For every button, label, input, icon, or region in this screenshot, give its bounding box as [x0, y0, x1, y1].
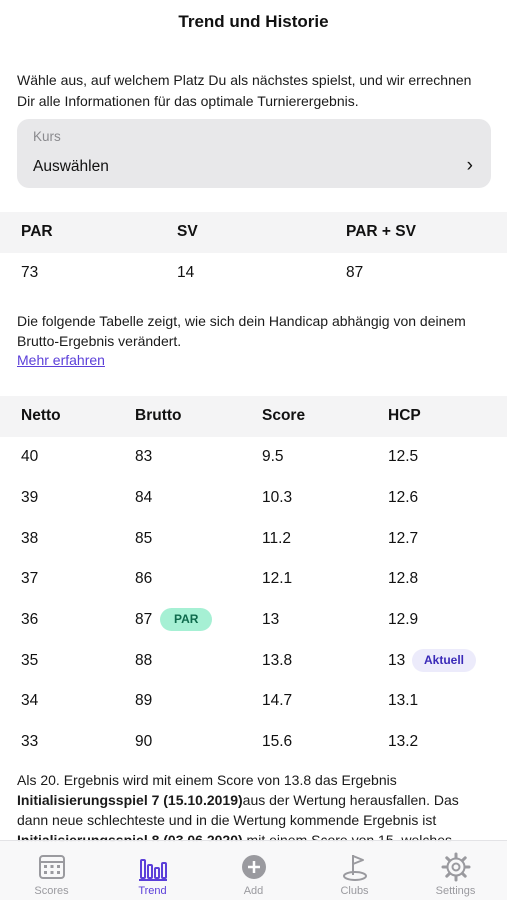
handicap-header-row: Netto Brutto Score HCP [0, 396, 507, 437]
chevron-right-icon: › [466, 155, 473, 176]
netto-cell: 36 [21, 611, 39, 628]
dropping-result: Initialisierungsspiel 7 (15.10.2019) [17, 792, 243, 808]
score-cell: 14.7 [262, 692, 293, 709]
current-badge: Aktuell [412, 649, 477, 672]
netto-cell: 35 [21, 652, 39, 669]
score-cell: 12.1 [262, 570, 293, 587]
plus-circle-icon [242, 855, 266, 879]
tab-add[interactable]: Add [203, 841, 304, 900]
netto-cell: 33 [21, 733, 39, 750]
header-brutto: Brutto [135, 407, 182, 424]
score-cell: 10.3 [262, 489, 293, 506]
summary-values-row: 73 14 87 [0, 253, 507, 294]
summary-par-sv-value: 87 [346, 264, 364, 281]
brutto-cell: 89 [135, 692, 153, 709]
brutto-cell: 86 [135, 570, 153, 587]
netto-cell: 40 [21, 448, 39, 465]
table-row: 37 86 12.1 12.8 [0, 559, 507, 600]
course-selector[interactable]: Kurs Auswählen › [17, 119, 491, 188]
netto-cell: 34 [21, 692, 39, 709]
tab-scores[interactable]: Scores [1, 841, 102, 900]
brutto-cell: 90 [135, 733, 153, 750]
brutto-cell: 83 [135, 448, 153, 465]
hcp-cell: 13 [388, 652, 406, 669]
scorecard-icon [39, 855, 65, 879]
hcp-cell: 12.5 [388, 448, 419, 465]
header-netto: Netto [21, 407, 61, 424]
summary-header-par: PAR [21, 223, 53, 240]
tab-label: Trend [138, 885, 167, 897]
brutto-cell: 87 [135, 611, 153, 628]
score-cell: 15.6 [262, 733, 293, 750]
hcp-cell: 12.6 [388, 489, 419, 506]
score-cell: 13.8 [262, 652, 293, 669]
intro-text: Wähle aus, auf welchem Platz Du als näch… [17, 72, 472, 109]
golf-flag-icon [343, 855, 367, 881]
result-explanation: Als 20. Ergebnis wird mit einem Score vo… [17, 770, 492, 842]
summary-par-value: 73 [21, 264, 39, 281]
table-row: 39 84 10.3 12.6 [0, 478, 507, 519]
hcp-cell: 12.8 [388, 570, 419, 587]
tab-label: Add [243, 885, 264, 897]
handicap-description: Die folgende Tabelle zeigt, wie sich dei… [17, 313, 466, 349]
more-info-link[interactable]: Mehr erfahren [17, 352, 105, 368]
course-value: Auswählen [33, 158, 109, 175]
header-score: Score [262, 407, 306, 424]
summary-header-sv: SV [177, 223, 198, 240]
summary-sv-value: 14 [177, 264, 195, 281]
netto-cell: 38 [21, 530, 39, 547]
table-row: 36 87 PAR 13 12.9 [0, 600, 507, 641]
hcp-cell: 12.9 [388, 611, 419, 628]
netto-cell: 37 [21, 570, 39, 587]
tab-settings[interactable]: Settings [405, 841, 506, 900]
hcp-cell: 12.7 [388, 530, 419, 547]
tab-label: Settings [435, 885, 476, 897]
score-cell: 9.5 [262, 448, 284, 465]
table-row: 38 85 11.2 12.7 [0, 519, 507, 560]
tab-bar: Scores Trend Add Clubs Settings [0, 840, 507, 900]
hcp-cell: 13.1 [388, 692, 419, 709]
score-cell: 11.2 [262, 530, 292, 547]
hcp-cell: 13.2 [388, 733, 419, 750]
explanation-text: Als 20. Ergebnis wird mit einem Score vo… [17, 772, 397, 788]
brutto-cell: 88 [135, 652, 153, 669]
summary-header-row: PAR SV PAR + SV [0, 212, 507, 253]
netto-cell: 39 [21, 489, 39, 506]
tab-label: Scores [34, 885, 69, 897]
brutto-cell: 84 [135, 489, 153, 506]
par-badge: PAR [160, 608, 213, 631]
table-row: 35 88 13.8 13 Aktuell [0, 641, 507, 682]
table-row: 34 89 14.7 13.1 [0, 681, 507, 722]
page-title: Trend und Historie [178, 12, 329, 31]
course-label: Kurs [33, 129, 61, 144]
score-cell: 13 [262, 611, 280, 628]
brutto-cell: 85 [135, 530, 153, 547]
table-row: 40 83 9.5 12.5 [0, 437, 507, 478]
header-hcp: HCP [388, 407, 421, 424]
gear-icon [441, 852, 471, 882]
summary-header-par-sv: PAR + SV [346, 223, 416, 240]
bar-chart-icon [139, 859, 167, 881]
tab-trend[interactable]: Trend [102, 841, 203, 900]
tab-clubs[interactable]: Clubs [304, 841, 405, 900]
tab-label: Clubs [340, 885, 369, 897]
table-row: 33 90 15.6 13.2 [0, 722, 507, 763]
